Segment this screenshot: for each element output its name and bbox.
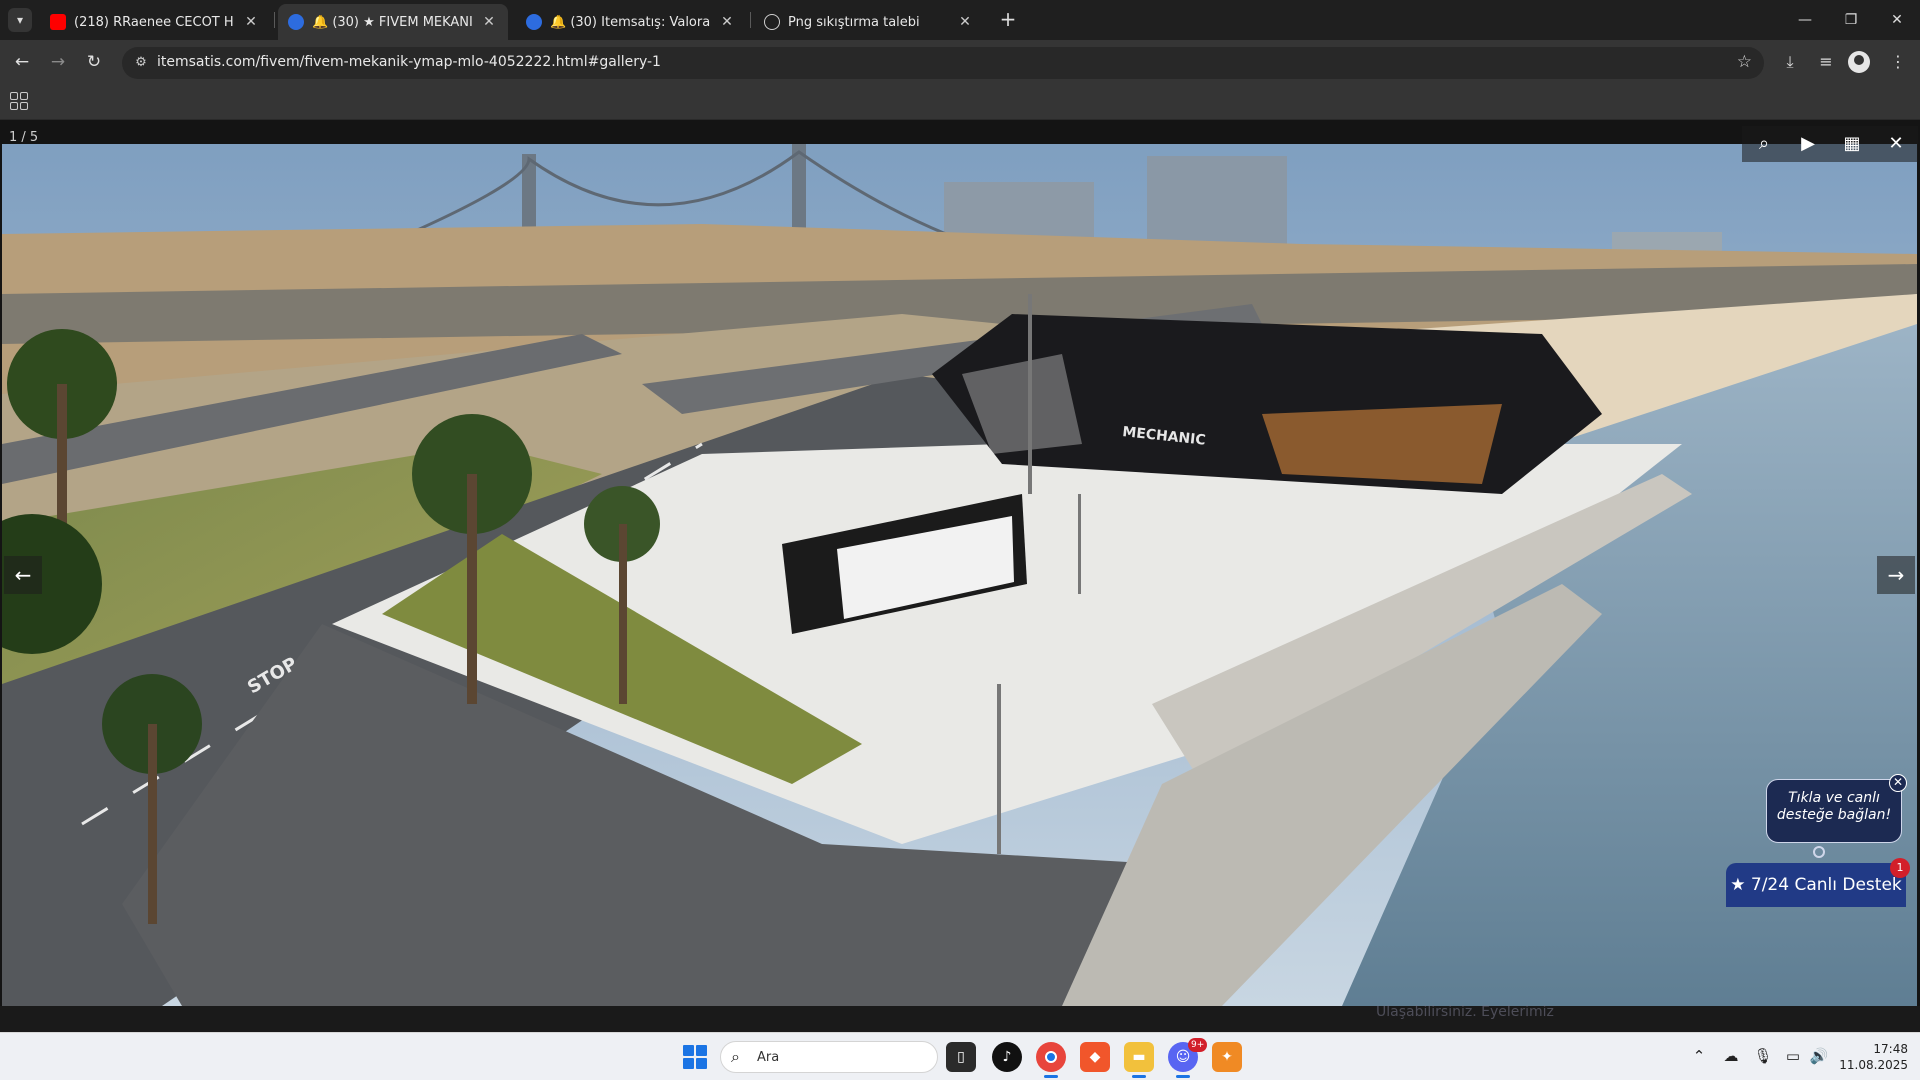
file-explorer-icon[interactable]: ▯	[946, 1042, 976, 1072]
forward-button[interactable]: →	[44, 48, 72, 76]
notification-badge: 1	[1890, 858, 1910, 878]
browser-menu-icon[interactable]: ⋮	[1884, 48, 1912, 76]
tab-title: 🔔 (30) ★ FİVEM MEKANİK YM	[312, 14, 472, 30]
tab-title: Png sıkıştırma talebi	[788, 14, 920, 30]
close-tab-icon[interactable]: ✕	[956, 14, 974, 30]
address-bar[interactable]: ⚙ itemsatis.com/fivem/fivem-mekanik-ymap…	[122, 47, 1764, 79]
live-support-button[interactable]: ★ 7/24 Canlı Destek	[1726, 863, 1906, 907]
profile-avatar[interactable]	[1848, 51, 1870, 73]
microphone-icon[interactable]: 🎙	[1752, 1047, 1774, 1065]
close-tab-icon[interactable]: ✕	[480, 14, 498, 30]
search-icon[interactable]: ⌕	[1742, 126, 1786, 162]
play-icon[interactable]: ▶	[1786, 126, 1830, 162]
volume-icon[interactable]: 🔊	[1808, 1047, 1830, 1065]
tiktok-icon[interactable]: ♪	[992, 1042, 1022, 1072]
back-button[interactable]: ←	[8, 48, 36, 76]
new-tab-button[interactable]: +	[996, 8, 1020, 32]
tab-divider	[750, 12, 751, 28]
cloud-off-icon[interactable]: ☁	[1720, 1047, 1742, 1065]
page-footer-strip	[0, 1006, 1920, 1032]
itemsatis-icon	[288, 14, 304, 30]
download-icon[interactable]: ⤓	[1776, 48, 1804, 76]
youtube-icon	[50, 14, 66, 30]
gallery-counter: 1 / 5	[9, 130, 39, 145]
tab-png-sikistirma[interactable]: Png sıkıştırma talebi ✕	[754, 4, 984, 40]
tab-search-chevron-icon[interactable]: ▾	[8, 8, 32, 32]
gallery-lightbox: 1 / 5 MECHANIC STOP ⌕ ▶ ▦ ✕ ← → Ulaşabil…	[0, 120, 1920, 1032]
close-window-button[interactable]: ✕	[1874, 4, 1920, 36]
next-image-button[interactable]: →	[1877, 556, 1915, 594]
bookmark-bar	[0, 84, 1920, 120]
site-info-icon[interactable]: ⚙	[132, 54, 150, 72]
gallery-image: MECHANIC STOP	[2, 144, 1917, 1006]
mechanic-scene-illustration: MECHANIC STOP	[2, 144, 1917, 1006]
apps-grid-icon[interactable]	[10, 92, 28, 110]
start-button[interactable]	[683, 1045, 707, 1069]
folder-icon[interactable]: ▬	[1124, 1042, 1154, 1078]
network-icon[interactable]: ▭	[1782, 1047, 1804, 1065]
fivem-icon[interactable]: ✦	[1212, 1042, 1242, 1072]
tab-fivem-mekanik[interactable]: 🔔 (30) ★ FİVEM MEKANİK YM ✕	[278, 4, 508, 40]
show-hidden-icons-chevron-icon[interactable]: ⌃	[1688, 1047, 1710, 1065]
live-support-bubble[interactable]: Tıkla ve canlı desteğe bağlan!	[1766, 779, 1902, 843]
taskbar-search-input[interactable]: ⌕ Ara	[720, 1041, 938, 1073]
bubble-line-2: desteğe bağlan!	[1776, 807, 1892, 823]
clock-time: 17:48	[1873, 1042, 1908, 1056]
bookmark-star-icon[interactable]: ☆	[1737, 52, 1752, 72]
tab-itemsatis-valorant[interactable]: 🔔 (30) İtemsatış: Valorant VP, L ✕	[516, 4, 746, 40]
tab-title: 🔔 (30) İtemsatış: Valorant VP, L	[550, 14, 710, 30]
brave-icon[interactable]: ◆	[1080, 1042, 1110, 1072]
close-tab-icon[interactable]: ✕	[718, 14, 736, 30]
search-icon: ⌕	[731, 1047, 740, 1066]
clock-date: 11.08.2025	[1839, 1058, 1908, 1072]
close-tab-icon[interactable]: ✕	[242, 14, 260, 30]
tab-title: (218) RRaenee CECOT Hapishan	[74, 14, 234, 30]
tab-youtube[interactable]: (218) RRaenee CECOT Hapishan ✕	[40, 4, 270, 40]
search-placeholder: Ara	[757, 1050, 780, 1065]
gallery-toolbar: ⌕ ▶ ▦ ✕	[1742, 126, 1918, 162]
bubble-line-1: Tıkla ve canlı	[1788, 790, 1880, 806]
close-icon[interactable]: ✕	[1874, 126, 1918, 162]
bubble-tail	[1813, 846, 1825, 858]
faded-page-text: Ulaşabilirsiniz. Eyelerimiz	[1376, 1004, 1554, 1020]
tab-strip: ▾ (218) RRaenee CECOT Hapishan ✕ 🔔 (30) …	[0, 0, 1920, 40]
windows-taskbar: ⌕ Ara ▯ ♪ ◆ ▬ ☺ 9+ ✦ ⌃ ☁ 🎙 ▭ 🔊 17:48 11.…	[0, 1032, 1920, 1080]
reload-button[interactable]: ↻	[80, 48, 108, 76]
minimize-button[interactable]: —	[1782, 4, 1828, 36]
openai-icon	[764, 14, 780, 30]
tab-divider	[274, 12, 275, 28]
previous-image-button[interactable]: ←	[4, 556, 42, 594]
url-text: itemsatis.com/fivem/fivem-mekanik-ymap-m…	[157, 54, 661, 70]
restore-button[interactable]: ❐	[1828, 4, 1874, 36]
media-queue-icon[interactable]: ≡	[1812, 48, 1840, 76]
close-bubble-icon[interactable]: ✕	[1889, 774, 1907, 792]
chrome-icon[interactable]	[1036, 1042, 1066, 1078]
system-clock[interactable]: 17:48 11.08.2025	[1836, 1041, 1908, 1073]
grid-icon[interactable]: ▦	[1830, 126, 1874, 162]
itemsatis-icon	[526, 14, 542, 30]
discord-badge: 9+	[1188, 1038, 1208, 1052]
